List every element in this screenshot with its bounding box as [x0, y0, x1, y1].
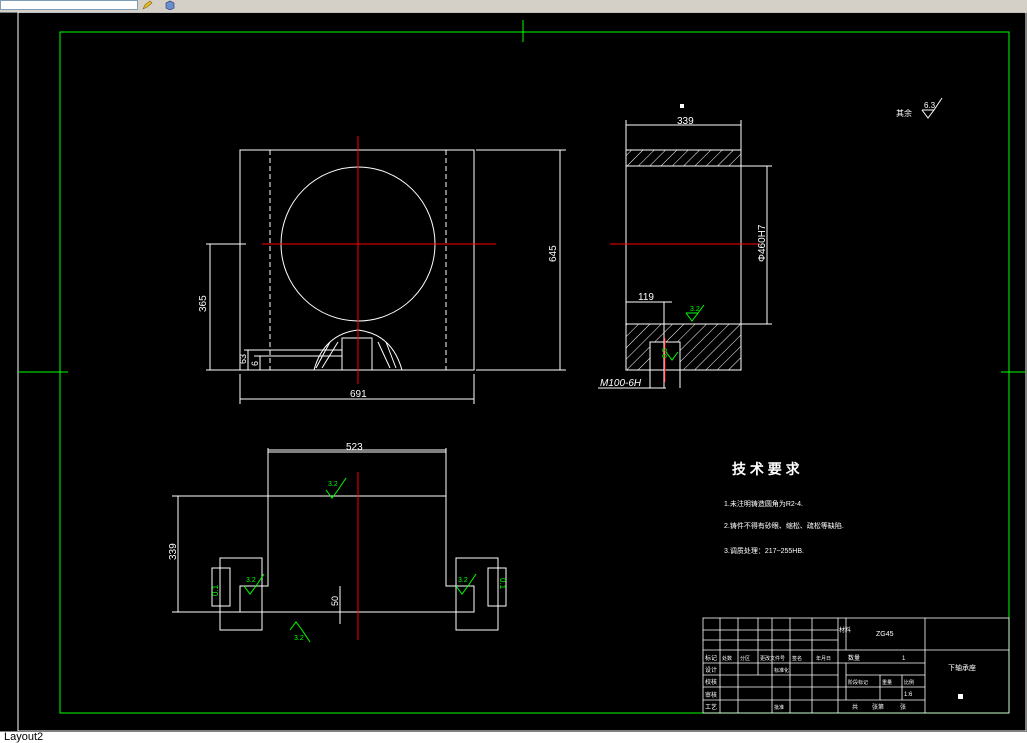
- side-dim-bore: Φ460H7: [757, 224, 768, 262]
- tb-col-5: 年月日: [816, 655, 831, 662]
- tb-mark: [958, 694, 963, 699]
- tb-material-label: 材料: [839, 626, 851, 634]
- bottom-roughness-top: 3.2: [328, 481, 338, 488]
- inner-frame: [59, 31, 1010, 714]
- side-roughness-2: 6.3: [662, 348, 669, 358]
- sheet-border: [17, 12, 1027, 731]
- tb-col-2: 分区: [740, 655, 750, 662]
- side-dim-thread: M100-6H: [600, 378, 642, 389]
- tech-item-2: 2.铸件不得有砂眼、缩松、疏松等缺陷.: [724, 521, 844, 530]
- tb-extra-5: 比例: [904, 679, 914, 686]
- tb-extra-8: 张: [900, 703, 906, 711]
- marker-dot: [680, 104, 684, 108]
- bottom-roughness-bottom: 3.2: [294, 635, 304, 642]
- bottom-roughness-left: 3.2: [246, 577, 256, 584]
- command-input[interactable]: [0, 0, 138, 10]
- roughness-note-label: 其余: [896, 108, 912, 118]
- tech-item-3: 3.调质处理：217~255HB.: [724, 546, 804, 555]
- roughness-note-value: 6.3: [924, 101, 936, 110]
- tb-extra-3: 阶段标记: [848, 679, 868, 686]
- side-view: [598, 120, 772, 389]
- tb-col-4: 签名: [792, 655, 802, 662]
- side-roughness-1: 3.2: [690, 306, 700, 313]
- front-dim-small-1: 63: [238, 354, 248, 364]
- bottom-dim-width: 523: [346, 442, 363, 453]
- front-centerlines: [262, 136, 496, 384]
- tab-layout[interactable]: Layout2: [4, 731, 43, 743]
- side-dim-top: 339: [677, 116, 694, 127]
- front-dim-width: 691: [350, 389, 367, 400]
- front-dim-small-2: 6: [250, 361, 260, 366]
- cube-icon[interactable]: [164, 0, 176, 10]
- bottom-tol-left: 0.1: [211, 584, 220, 596]
- tech-item-1: 1.未注明铸造圆角为R2-4.: [724, 499, 803, 508]
- tb-row-3: 校核: [705, 678, 717, 686]
- front-dim-center-height: 365: [198, 295, 209, 312]
- front-dim-height: 645: [548, 245, 559, 262]
- bottom-dim-base: 50: [330, 596, 340, 606]
- bottom-roughness: [243, 477, 477, 643]
- tech-title: 技 术 要 求: [732, 461, 801, 477]
- tb-extra-2: 批准: [774, 704, 784, 711]
- tb-material-value: ZG45: [876, 631, 894, 638]
- pencil-icon[interactable]: [142, 0, 154, 10]
- layout-tabs-bar: Layout2: [0, 731, 1027, 743]
- tb-extra-1: 标准化: [774, 667, 789, 674]
- tb-row-5: 工艺: [705, 703, 717, 711]
- tb-qty: 1: [902, 656, 906, 662]
- tb-col-1: 处数: [722, 655, 732, 662]
- front-view: [206, 149, 566, 404]
- tb-row-4: 审核: [705, 691, 717, 699]
- bottom-tol-right: 0.1: [498, 578, 507, 590]
- tb-extra-9: 数量: [848, 654, 860, 662]
- tb-row-2: 设计: [705, 666, 717, 674]
- tb-scale: 1:6: [904, 692, 913, 698]
- tb-extra-6: 共: [852, 703, 858, 711]
- side-dim-offset: 119: [638, 292, 654, 303]
- drawing-canvas[interactable]: 691 645 365 63 6 339 Φ460H7 119 M100-6H: [0, 12, 1027, 731]
- tb-extra-4: 重量: [882, 679, 892, 686]
- tb-extra-7: 张第: [872, 703, 884, 711]
- tb-part-name: 下轴承座: [948, 663, 976, 672]
- bottom-roughness-right: 3.2: [458, 577, 468, 584]
- bottom-dim-height: 339: [168, 543, 179, 560]
- tb-col-3: 更改文件号: [760, 655, 785, 662]
- tb-row-1: 标记: [705, 654, 717, 662]
